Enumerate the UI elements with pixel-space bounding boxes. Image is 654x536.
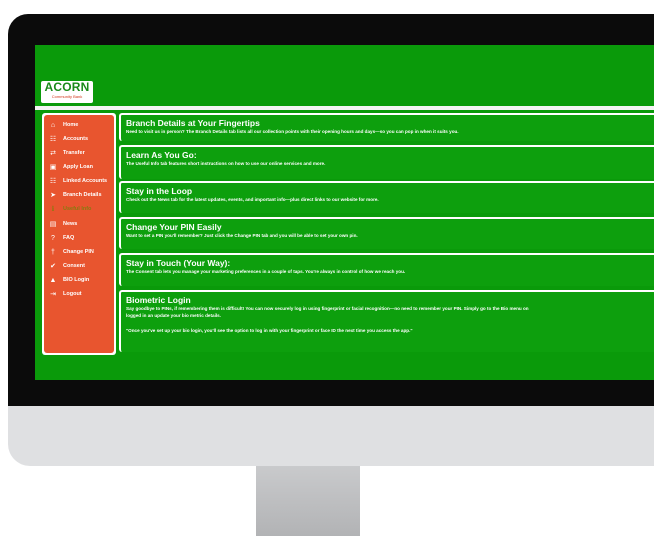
sidebar-item-home[interactable]: ⌂ Home xyxy=(48,119,78,131)
transfer-icon: ⇄ xyxy=(50,150,56,157)
sidebar-item-news[interactable]: ▤ News xyxy=(48,218,78,230)
check-circle-icon: ✔ xyxy=(50,263,56,270)
accounts-icon: ☷ xyxy=(49,136,57,143)
sidebar-item-label: Logout xyxy=(63,291,82,297)
bank-icon: ▣ xyxy=(49,164,57,171)
lock-icon: ▲ xyxy=(49,276,57,284)
card-title: Learn As You Go: xyxy=(126,150,197,160)
logo-tagline: Community Bank xyxy=(51,94,83,99)
sidebar-item-label: Transfer xyxy=(63,150,85,156)
sidebar-item-label: BIO Login xyxy=(63,277,90,283)
sidebar-item-apply-loan[interactable]: ▣ Apply Loan xyxy=(48,161,93,173)
card-body: The Useful Info tab features short instr… xyxy=(126,161,326,166)
info-card-change-pin: Change Your PIN Easily Want to set a PIN… xyxy=(119,217,654,249)
sidebar-item-linked-accounts[interactable]: ☷ Linked Accounts xyxy=(48,175,107,187)
card-title: Branch Details at Your Fingertips xyxy=(126,118,260,128)
sidebar-item-consent[interactable]: ✔ Consent xyxy=(48,260,85,272)
location-arrow-icon: ➤ xyxy=(50,192,56,199)
home-icon: ⌂ xyxy=(50,121,56,129)
sidebar-item-logout[interactable]: ⇥ Logout xyxy=(48,288,82,300)
sidebar-item-transfer[interactable]: ⇄ Transfer xyxy=(48,147,85,159)
info-card-learn: Learn As You Go: The Useful Info tab fea… xyxy=(119,145,654,179)
sidebar-item-label: Consent xyxy=(63,263,85,269)
linked-accounts-icon: ☷ xyxy=(49,178,57,185)
sidebar-item-label: FAQ xyxy=(63,235,75,241)
sidebar-item-bio-login[interactable]: ▲ BIO Login xyxy=(48,274,90,286)
question-icon: ? xyxy=(51,234,55,242)
sidebar-item-label: Branch Details xyxy=(63,192,102,198)
logo-wordmark: ACORN xyxy=(44,80,90,94)
card-title: Stay in the Loop xyxy=(126,186,193,196)
sidebar-item-label: Useful Info xyxy=(63,206,92,212)
sidebar-item-accounts[interactable]: ☷ Accounts xyxy=(48,133,88,145)
sidebar-item-label: Linked Accounts xyxy=(63,178,108,184)
acorn-logo[interactable]: ACORN Community Bank xyxy=(41,81,93,103)
card-title: Stay in Touch (Your Way): xyxy=(126,258,231,268)
sidebar-item-label: Change PIN xyxy=(63,249,94,255)
card-body: Want to set a PIN you'll remember? Just … xyxy=(126,233,358,238)
sidebar-item-label: Accounts xyxy=(63,136,89,142)
sidebar-item-label: Home xyxy=(63,122,79,128)
sidebar: ⌂ Home ☷ Accounts ⇄ Transfer ▣ Apply Loa… xyxy=(42,113,116,355)
sidebar-item-branch-details[interactable]: ➤ Branch Details xyxy=(48,189,102,201)
header-divider xyxy=(35,106,654,110)
logout-icon: ⇥ xyxy=(50,291,56,298)
info-card-news: Stay in the Loop Check out the News tab … xyxy=(119,181,654,213)
sidebar-menu: ⌂ Home ☷ Accounts ⇄ Transfer ▣ Apply Loa… xyxy=(44,115,114,353)
sidebar-item-label: Apply Loan xyxy=(63,164,93,170)
card-body: Check out the News tab for the latest up… xyxy=(126,197,379,202)
monitor-chin xyxy=(8,406,654,466)
key-icon: † xyxy=(51,248,55,256)
card-quote: "Once you've set up your bio login, you'… xyxy=(126,328,413,333)
news-icon: ▤ xyxy=(49,221,57,228)
sidebar-item-useful-info[interactable]: ℹ Useful Info xyxy=(48,203,92,215)
info-icon: ℹ xyxy=(51,206,55,213)
info-card-consent: Stay in Touch (Your Way): The Consent ta… xyxy=(119,253,654,286)
sidebar-item-faq[interactable]: ? FAQ xyxy=(48,232,74,244)
card-body: The Consent tab lets you manage your mar… xyxy=(126,269,406,274)
monitor-stand xyxy=(256,466,360,536)
sidebar-item-change-pin[interactable]: † Change PIN xyxy=(48,246,94,258)
info-card-branch-details: Branch Details at Your Fingertips Need t… xyxy=(119,113,654,141)
info-card-biometric: Biometric Login Say goodbye to PINs, if … xyxy=(119,290,654,352)
card-body: Need to visit us in person? The Branch D… xyxy=(126,129,459,134)
sidebar-item-label: News xyxy=(63,221,78,227)
card-title: Biometric Login xyxy=(126,295,191,305)
card-title: Change Your PIN Easily xyxy=(126,222,222,232)
card-body-continued: logged in an update your bio metric deta… xyxy=(126,313,221,318)
app-screen: ACORN Community Bank ⌂ Home ☷ Accounts ⇄… xyxy=(35,45,654,380)
card-body: Say goodbye to PINs, if remembering them… xyxy=(126,306,529,311)
